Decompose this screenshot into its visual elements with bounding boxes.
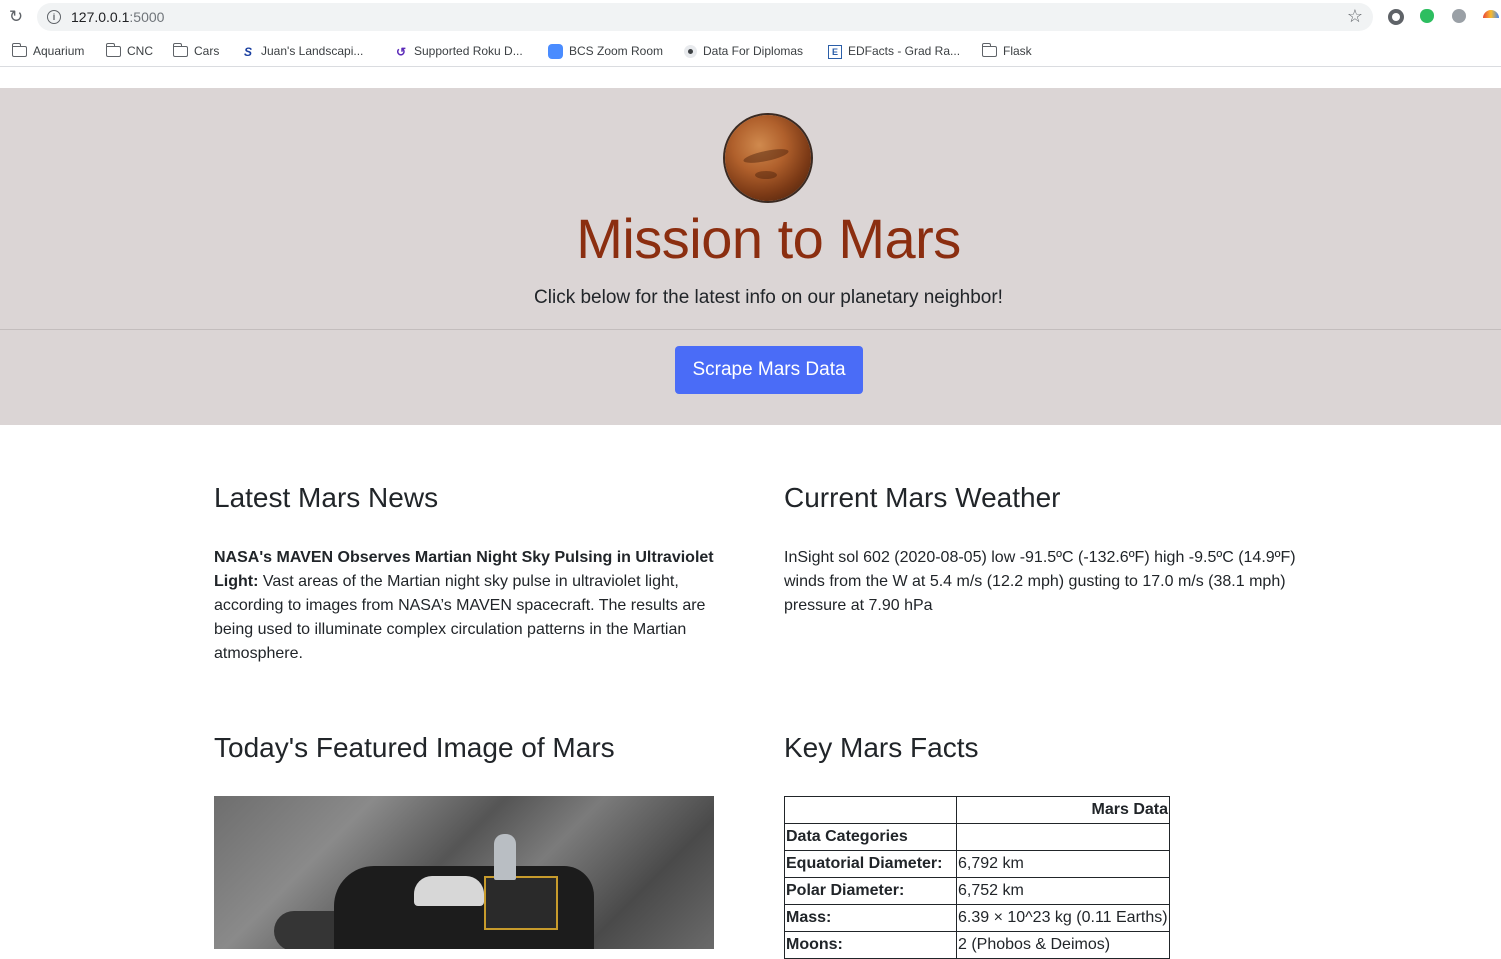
featured-mars-image[interactable]: [214, 796, 714, 949]
table-index-row: Data Categories: [784, 823, 1170, 851]
zoom-favicon-icon: [548, 44, 563, 60]
evernote-icon[interactable]: [1420, 9, 1434, 23]
site-info-icon[interactable]: i: [47, 10, 61, 24]
browser-toolbar: ↻ i 127.0.0.1:5000 ☆: [0, 0, 1501, 36]
bookmark-label: Cars: [194, 44, 220, 58]
news-body: Vast areas of the Martian night sky puls…: [214, 573, 706, 662]
url-port: :5000: [129, 9, 165, 25]
fact-value: 6,752 km: [956, 877, 1170, 905]
rover-part: [414, 876, 484, 906]
extension-icon[interactable]: [1388, 9, 1404, 25]
featured-image-heading: Today's Featured Image of Mars: [214, 732, 615, 763]
folder-icon: [172, 43, 188, 58]
table-header-row: Mars Data: [784, 796, 1170, 824]
bookmark-label: Supported Roku D...: [414, 44, 523, 58]
news-heading: Latest Mars News: [214, 482, 439, 513]
facts-heading: Key Mars Facts: [784, 732, 979, 763]
bookmark-label: Aquarium: [33, 44, 85, 58]
folder-icon: [11, 43, 27, 58]
jumbotron: Mission to Mars Click below for the late…: [0, 88, 1501, 425]
fact-value: 6,792 km: [956, 850, 1170, 878]
bookmark-label: Flask: [1003, 44, 1032, 58]
extension-icon[interactable]: [1483, 10, 1499, 18]
url-host: 127.0.0.1: [71, 9, 130, 25]
bookmark-label: BCS Zoom Room: [569, 44, 664, 58]
fact-key: Polar Diameter:: [784, 877, 957, 905]
edfacts-favicon-icon: E: [828, 44, 842, 59]
table-cell: [956, 823, 1170, 851]
table-corner-cell: [784, 796, 957, 824]
scrape-mars-data-button[interactable]: Scrape Mars Data: [675, 346, 863, 394]
table-row: Moons: 2 (Phobos & Deimos): [784, 931, 1170, 959]
rover-camera: [494, 834, 516, 880]
bookmark-roku[interactable]: ↺ Supported Roku D...: [394, 43, 523, 59]
bookmark-edfacts[interactable]: E EDFacts - Grad Ra...: [828, 43, 960, 59]
fact-value: 2 (Phobos & Deimos): [956, 931, 1170, 959]
fact-key: Mass:: [784, 904, 957, 932]
table-row: Equatorial Diameter: 6,792 km: [784, 850, 1170, 878]
weather-text: InSight sol 602 (2020-08-05) low -91.5ºC…: [784, 549, 1296, 614]
bookmark-data-for-diplomas[interactable]: Data For Diplomas: [684, 43, 803, 59]
column-header: Mars Data: [956, 796, 1170, 824]
table-row: Mass: 6.39 × 10^23 kg (0.11 Earths): [784, 904, 1170, 932]
fact-key: Equatorial Diameter:: [784, 850, 957, 878]
bookmark-flask[interactable]: Flask: [981, 43, 1032, 59]
lead-text: Click below for the latest info on our p…: [534, 287, 1003, 308]
url-text[interactable]: 127.0.0.1:5000: [71, 9, 164, 25]
fact-value: 6.39 × 10^23 kg (0.11 Earths): [956, 904, 1170, 932]
reload-icon[interactable]: ↻: [6, 7, 26, 27]
bookmark-zoom[interactable]: BCS Zoom Room: [548, 43, 664, 60]
bookmark-label: Juan's Landscapi...: [261, 44, 364, 58]
news-paragraph: NASA's MAVEN Observes Martian Night Sky …: [214, 546, 724, 666]
table-row: Polar Diameter: 6,752 km: [784, 877, 1170, 905]
bookmark-label: Data For Diplomas: [703, 44, 804, 58]
divider: [0, 329, 1501, 330]
roku-favicon-icon: ↺: [395, 44, 407, 59]
bookmark-cnc[interactable]: CNC: [105, 43, 153, 59]
bookmark-star-icon[interactable]: ☆: [1347, 6, 1363, 27]
site-favicon-icon: [684, 45, 697, 59]
page-title: Mission to Mars: [576, 207, 961, 270]
mars-planet-icon: [725, 115, 811, 201]
bookmark-aquarium[interactable]: Aquarium: [11, 43, 85, 59]
fact-key: Moons:: [784, 931, 957, 959]
bookmarks-bar: Aquarium CNC Cars S Juan's Landscapi... ↺…: [0, 36, 1501, 67]
bookmark-cars[interactable]: Cars: [172, 43, 220, 59]
weather-heading: Current Mars Weather: [784, 482, 1061, 513]
bookmark-label: CNC: [127, 44, 153, 58]
bookmark-label: EDFacts - Grad Ra...: [848, 44, 961, 58]
rover-part: [484, 876, 558, 930]
extension-icon[interactable]: [1452, 9, 1466, 23]
mars-facts-table: Mars Data Data Categories Equatorial Dia…: [784, 796, 1170, 959]
index-label: Data Categories: [784, 823, 957, 851]
site-favicon-icon: S: [243, 44, 252, 59]
address-bar[interactable]: i 127.0.0.1:5000 ☆: [37, 3, 1373, 31]
bookmark-landscaping[interactable]: S Juan's Landscapi...: [241, 43, 363, 59]
folder-icon: [981, 43, 997, 58]
folder-icon: [105, 43, 121, 58]
